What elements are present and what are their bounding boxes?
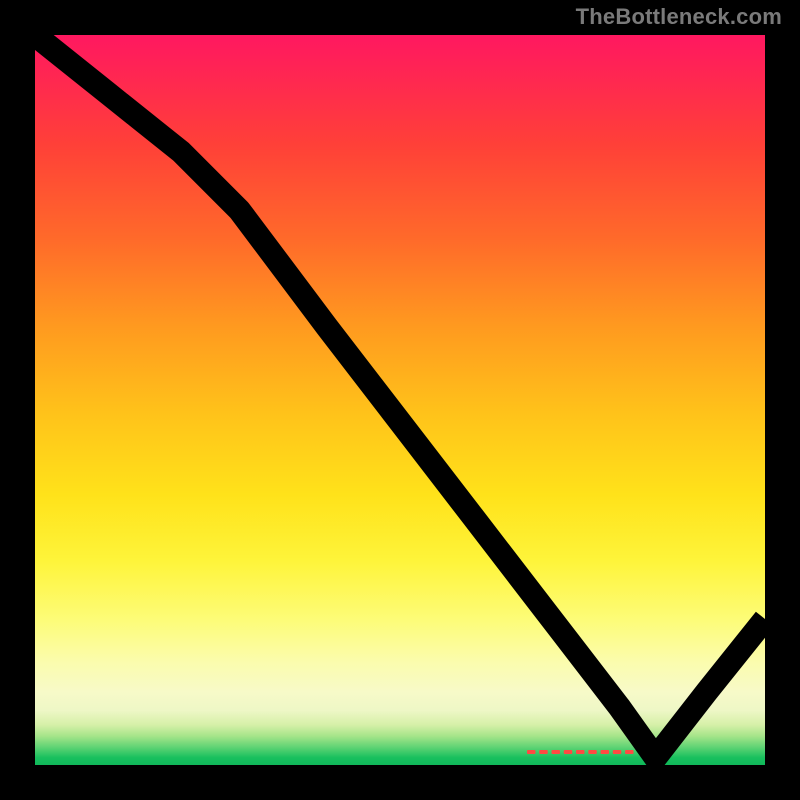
- watermark-text: TheBottleneck.com: [576, 4, 782, 30]
- trough-marker-dashes: [527, 748, 640, 756]
- chart-frame: TheBottleneck.com: [0, 0, 800, 800]
- bottleneck-curve: [35, 35, 765, 765]
- plot-area: [35, 35, 765, 765]
